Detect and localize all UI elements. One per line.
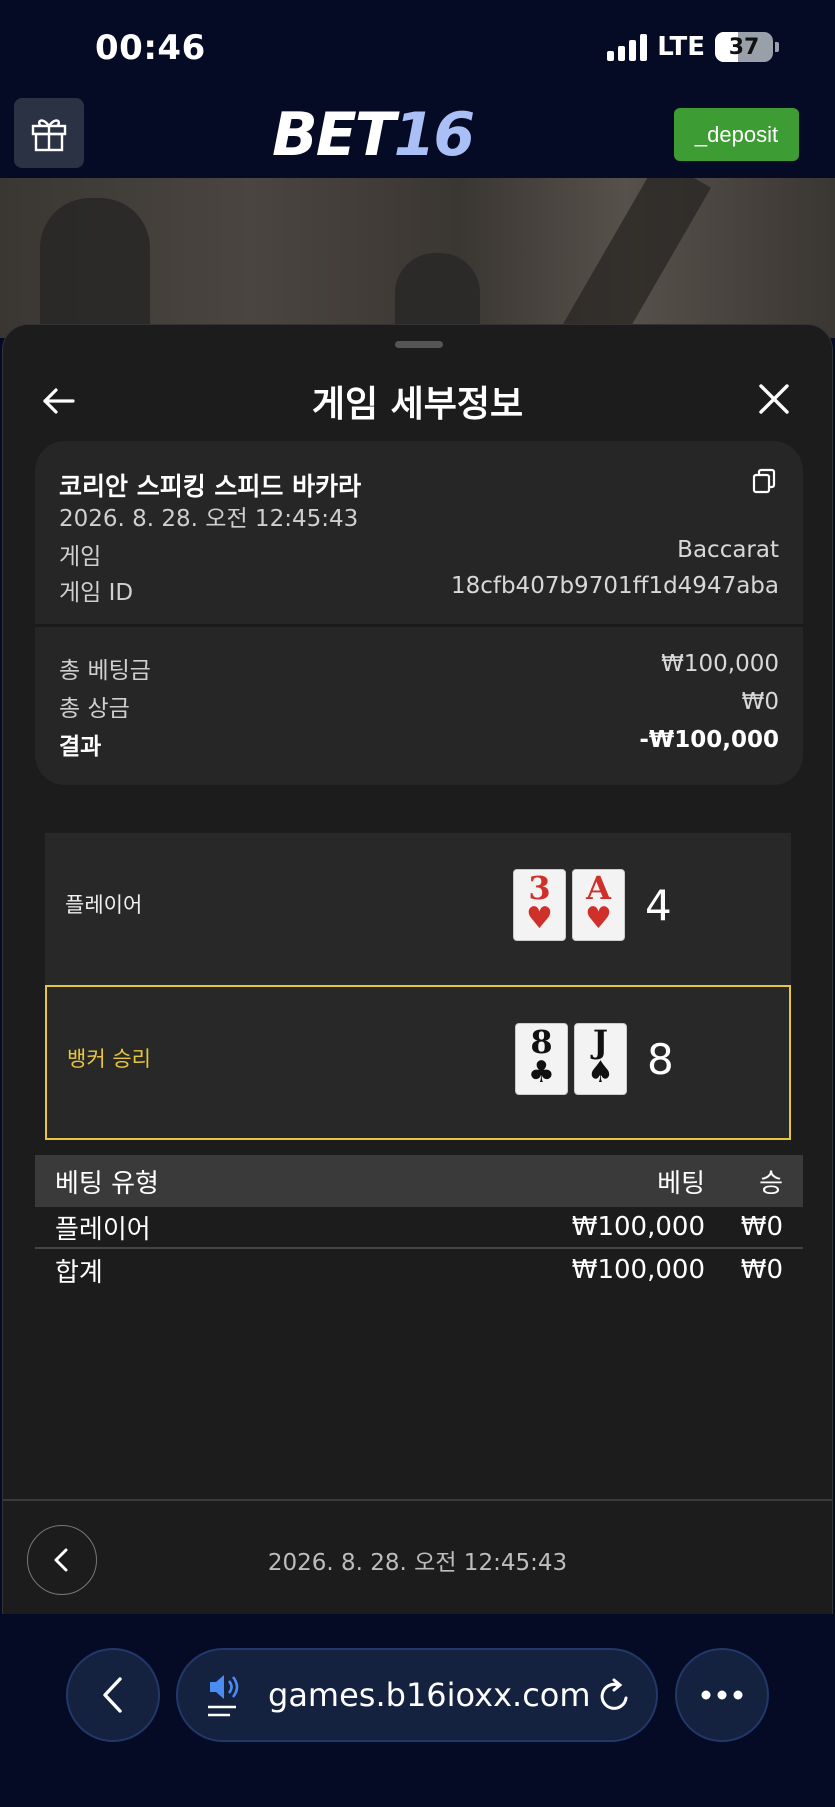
bet-type-cell: 플레이어 (55, 1214, 151, 1245)
win-amount-cell: ₩0 (740, 1212, 783, 1242)
total-label-cell: 합계 (55, 1257, 103, 1288)
more-icon (701, 1690, 743, 1700)
address-bar[interactable]: games.b16ioxx.com (176, 1648, 658, 1742)
card-rank: 8 (530, 1023, 553, 1061)
playing-card: 3 ♥ (513, 869, 566, 941)
card-rank: J (592, 1023, 609, 1061)
player-hand: 플레이어 3 ♥ A ♥ 4 (45, 833, 791, 985)
game-info-section: 코리안 스피킹 스피드 바카라 2026. 8. 28. 오전 12:45:43… (35, 441, 803, 627)
win-amount-header: 승 (759, 1168, 783, 1199)
total-win-row: 총 상금 ₩0 (59, 689, 779, 723)
player-score: 4 (645, 881, 672, 930)
sheet-header: 게임 세부정보 (3, 365, 832, 435)
game-type-label: 게임 (59, 544, 102, 570)
sheet-footer: 2026. 8. 28. 오전 12:45:43 (3, 1499, 832, 1615)
close-icon[interactable] (756, 381, 792, 417)
table-row: 플레이어 ₩100,000 ₩0 (35, 1207, 803, 1249)
battery-level: 37 (728, 34, 760, 60)
gift-icon (31, 119, 67, 152)
heart-icon: ♥ (526, 901, 553, 936)
player-label: 플레이어 (65, 893, 143, 917)
sheet-grabber[interactable] (395, 341, 443, 348)
bet-amount-cell: ₩100,000 (571, 1212, 705, 1242)
logo[interactable]: BET16 (272, 100, 475, 170)
game-id-value: 18cfb407b9701ff1d4947aba (450, 573, 779, 599)
game-type-value: Baccarat (677, 537, 779, 563)
deposit-button[interactable]: _deposit (674, 108, 799, 161)
total-bet-value: ₩100,000 (661, 651, 779, 677)
app-header: BET16 _deposit (0, 96, 835, 178)
logo-text-bet: BET (272, 100, 396, 170)
url-text: games.b16ioxx.com (268, 1676, 591, 1714)
playing-card: 8 ♣ (515, 1023, 568, 1095)
result-row: 결과 -₩100,000 (59, 727, 779, 761)
status-time: 00:46 (95, 28, 206, 68)
game-name: 코리안 스피킹 스피드 바카라 (59, 472, 362, 501)
game-datetime: 2026. 8. 28. 오전 12:45:43 (59, 506, 359, 532)
game-info-card: 코리안 스피킹 스피드 바카라 2026. 8. 28. 오전 12:45:43… (35, 441, 803, 785)
logo-text-16: 16 (393, 100, 475, 170)
chevron-left-icon (103, 1677, 122, 1713)
total-win-label: 총 상금 (59, 696, 130, 722)
signal-icon (607, 33, 648, 61)
banker-score: 8 (647, 1035, 674, 1084)
result-label: 결과 (59, 734, 102, 760)
more-button[interactable] (675, 1648, 769, 1742)
total-win-value: ₩0 (741, 689, 779, 715)
game-details-sheet: 게임 세부정보 코리안 스피킹 스피드 바카라 2026. 8. 28. 오전 … (2, 324, 833, 1614)
result-value: -₩100,000 (639, 727, 779, 753)
status-indicators: LTE 37 (607, 32, 779, 62)
baccarat-result-board: 플레이어 3 ♥ A ♥ 4 뱅커 승리 8 ♣ J ♠ 8 (45, 833, 793, 1140)
live-video-background (0, 178, 835, 338)
player-cards: 3 ♥ A ♥ (513, 869, 625, 941)
playing-card: A ♥ (572, 869, 625, 941)
total-bet-cell: ₩100,000 (571, 1255, 705, 1285)
browser-back-button[interactable] (66, 1648, 160, 1742)
game-id-label: 게임 ID (59, 580, 134, 606)
game-id-row: 게임 ID 18cfb407b9701ff1d4947aba (59, 573, 779, 607)
card-rank: 3 (528, 869, 551, 907)
gift-button[interactable] (14, 98, 84, 168)
battery-icon: 37 (715, 32, 779, 62)
playing-card: J ♠ (574, 1023, 627, 1095)
reload-icon[interactable] (598, 1678, 632, 1714)
copy-icon[interactable] (751, 467, 777, 495)
sheet-title: 게임 세부정보 (311, 384, 524, 425)
total-bet-row: 총 베팅금 ₩100,000 (59, 651, 779, 685)
card-rank: A (586, 869, 611, 907)
club-icon: ♣ (528, 1055, 555, 1090)
network-type: LTE (657, 32, 705, 62)
banker-cards: 8 ♣ J ♠ (515, 1023, 627, 1095)
bets-table-header: 베팅 유형 베팅 승 (35, 1155, 803, 1207)
status-bar: 00:46 LTE 37 (0, 0, 835, 96)
total-bet-label: 총 베팅금 (59, 658, 151, 684)
banker-label: 뱅커 승리 (67, 1047, 151, 1071)
total-win-cell: ₩0 (740, 1255, 783, 1285)
table-total-row: 합계 ₩100,000 ₩0 (35, 1249, 803, 1291)
bets-table: 베팅 유형 베팅 승 플레이어 ₩100,000 ₩0 합계 ₩100,000 … (35, 1155, 803, 1291)
footer-datetime: 2026. 8. 28. 오전 12:45:43 (267, 1550, 568, 1576)
spade-icon: ♠ (587, 1055, 614, 1090)
bet-amount-header: 베팅 (657, 1168, 705, 1199)
bet-type-header: 베팅 유형 (55, 1168, 159, 1199)
browser-toolbar: games.b16ioxx.com (0, 1614, 835, 1807)
banker-hand: 뱅커 승리 8 ♣ J ♠ 8 (45, 985, 791, 1140)
heart-icon: ♥ (585, 901, 612, 936)
game-type-row: 게임 Baccarat (59, 537, 779, 571)
speaker-icon[interactable] (206, 1672, 244, 1720)
